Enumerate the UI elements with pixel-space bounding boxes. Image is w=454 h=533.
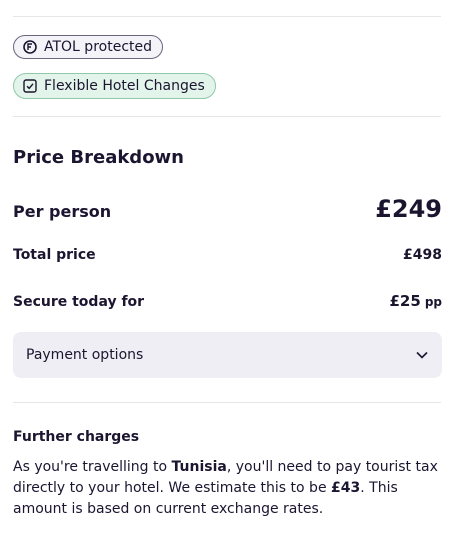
per-person-row: Per person £249: [13, 195, 442, 223]
further-charges-text-1: As you're travelling to: [13, 459, 172, 475]
price-summary-panel: ATOL protected Flexible Hotel Changes Pr…: [0, 0, 454, 533]
tourist-tax-amount: £43: [331, 480, 361, 496]
secure-today-unit: pp: [424, 295, 442, 309]
secure-today-value: £25: [389, 292, 421, 310]
further-charges-text: As you're travelling to Tunisia, you'll …: [13, 457, 443, 520]
destination-name: Tunisia: [171, 459, 227, 475]
per-person-label: Per person: [13, 202, 112, 221]
atol-protected-badge: ATOL protected: [13, 35, 164, 59]
badges-divider: [13, 116, 441, 117]
atol-icon: [23, 40, 37, 54]
price-breakdown-title: Price Breakdown: [13, 147, 184, 168]
total-price-label: Total price: [13, 247, 96, 263]
chevron-down-icon: [416, 347, 428, 363]
flexible-hotel-changes-badge: Flexible Hotel Changes: [13, 73, 216, 99]
payment-options-label: Payment options: [26, 347, 144, 363]
secure-today-price: £25 pp: [390, 291, 443, 310]
secure-today-label: Secure today for: [13, 294, 145, 310]
atol-badge-label: ATOL protected: [44, 39, 153, 55]
top-divider: [13, 16, 441, 17]
total-price-row: Total price £498: [13, 247, 442, 263]
further-charges-divider: [13, 402, 441, 403]
secure-today-row: Secure today for £25 pp: [13, 291, 442, 310]
checkbox-icon: [23, 79, 37, 93]
flexible-badge-label: Flexible Hotel Changes: [44, 78, 205, 94]
per-person-price: £249: [375, 195, 442, 223]
total-price-value: £498: [403, 247, 442, 263]
further-charges-title: Further charges: [13, 429, 140, 445]
payment-options-dropdown[interactable]: Payment options: [13, 332, 442, 378]
